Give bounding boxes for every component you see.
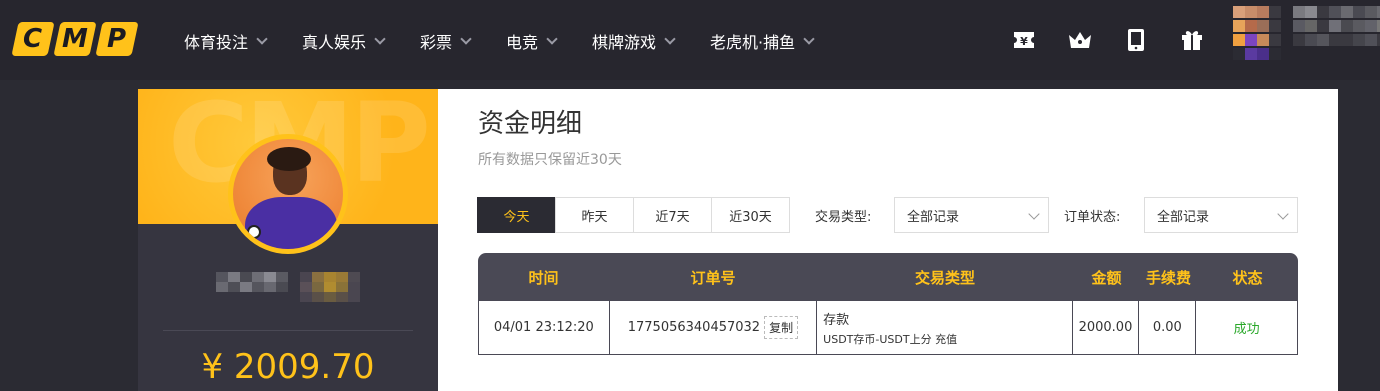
transaction-type-select[interactable]: 全部记录 — [894, 197, 1049, 233]
username-blurred — [216, 272, 360, 302]
header-amount: 金额 — [1091, 268, 1122, 287]
header-order-no: 订单号 — [690, 268, 736, 287]
page-title: 资金明细 — [478, 109, 583, 139]
nav-item-live-casino[interactable]: 真人娱乐 — [302, 29, 420, 53]
cell-transaction-type: 存款 USDT存币-USDT上分 充值 — [817, 301, 1073, 354]
transaction-type-detail: USDT存币-USDT上分 充值 — [823, 332, 958, 346]
chevron-down-icon — [374, 32, 386, 45]
order-status-value: 全部记录 — [1157, 209, 1210, 225]
logo-tile: C — [11, 22, 55, 56]
avatar-shirt — [245, 197, 337, 249]
avatar-club-badge — [247, 225, 261, 239]
header-transaction-type: 交易类型 — [914, 268, 975, 287]
logo-tile: M — [53, 22, 97, 56]
transaction-type-main: 存款 — [823, 312, 850, 328]
sidebar-divider — [163, 330, 413, 331]
nav-item-card-games[interactable]: 棋牌游戏 — [592, 29, 710, 53]
nav-item-label: 真人娱乐 — [302, 33, 367, 52]
user-avatar-blurred[interactable] — [1233, 6, 1380, 64]
tab-today[interactable]: 今天 — [477, 197, 556, 233]
top-navbar: C M P 体育投注 真人娱乐 彩票 电竞 棋牌游戏 老虎机·捕鱼 ¥ — [0, 0, 1380, 80]
chevron-down-icon — [803, 32, 815, 45]
tab-last-7-days[interactable]: 近7天 — [633, 197, 712, 233]
account-sidebar: CMP ¥ 2009.70 — [138, 89, 438, 391]
status-badge: 成功 — [1233, 322, 1260, 337]
account-balance: ¥ 2009.70 — [201, 347, 375, 387]
transaction-type-value: 全部记录 — [907, 209, 960, 225]
copy-button[interactable]: 复制 — [764, 316, 799, 339]
logo-tile: P — [95, 22, 139, 56]
transactions-table: 时间 订单号 交易类型 金额 手续费 状态 04/01 23:12:20 177… — [478, 253, 1298, 355]
cell-amount: 2000.00 — [1073, 301, 1140, 354]
cmp-logo[interactable]: C M P — [11, 22, 139, 56]
header-fee: 手续费 — [1145, 268, 1191, 287]
table-row: 04/01 23:12:20 1775056340457032 复制 存款 US… — [478, 301, 1298, 355]
cell-fee: 0.00 — [1139, 301, 1197, 354]
main-nav: 体育投注 真人娱乐 彩票 电竞 棋牌游戏 老虎机·捕鱼 — [184, 29, 840, 53]
nav-icon-group: ¥ — [1010, 26, 1206, 54]
nav-item-label: 彩票 — [420, 33, 453, 52]
table-header: 时间 订单号 交易类型 金额 手续费 状态 — [478, 253, 1298, 301]
tab-last-30-days[interactable]: 近30天 — [711, 197, 790, 233]
fund-details-panel: 资金明细 所有数据只保留近30天 今天 昨天 近7天 近30天 交易类型: 全部… — [438, 89, 1338, 391]
yen-icon[interactable]: ¥ — [1010, 26, 1038, 54]
gift-icon[interactable] — [1178, 26, 1206, 54]
chevron-down-icon — [1277, 208, 1289, 220]
crown-icon[interactable] — [1066, 26, 1094, 54]
nav-item-lottery[interactable]: 彩票 — [420, 29, 506, 53]
nav-item-label: 棋牌游戏 — [592, 33, 657, 52]
page-subtitle: 所有数据只保留近30天 — [478, 152, 622, 168]
chevron-down-icon — [664, 32, 676, 45]
tab-yesterday[interactable]: 昨天 — [555, 197, 634, 233]
nav-item-label: 电竞 — [506, 33, 539, 52]
header-time: 时间 — [528, 268, 559, 287]
cell-time: 04/01 23:12:20 — [479, 301, 610, 354]
nav-item-esports[interactable]: 电竞 — [506, 29, 592, 53]
chevron-down-icon — [546, 32, 558, 45]
order-number: 1775056340457032 — [627, 320, 761, 335]
avatar[interactable] — [233, 139, 343, 249]
transaction-type-label: 交易类型: — [815, 210, 872, 225]
nav-item-sports[interactable]: 体育投注 — [184, 29, 302, 53]
svg-text:¥: ¥ — [1020, 35, 1028, 48]
chevron-down-icon — [256, 32, 268, 45]
order-status-select[interactable]: 全部记录 — [1144, 197, 1298, 233]
chevron-down-icon — [1028, 208, 1040, 220]
nav-item-label: 老虎机·捕鱼 — [710, 33, 796, 52]
cell-order-no: 1775056340457032 复制 — [610, 301, 818, 354]
logo-letter: C — [23, 24, 43, 54]
logo-letter: M — [62, 24, 88, 54]
header-status: 状态 — [1232, 268, 1263, 287]
chevron-down-icon — [460, 32, 472, 45]
logo-letter: P — [107, 24, 127, 54]
avatar-hair — [267, 147, 311, 171]
date-range-tabs: 今天 昨天 近7天 近30天 — [477, 197, 790, 233]
nav-item-slots-fishing[interactable]: 老虎机·捕鱼 — [710, 29, 840, 53]
tablet-icon[interactable] — [1122, 26, 1150, 54]
order-status-label: 订单状态: — [1064, 210, 1121, 225]
nav-item-label: 体育投注 — [184, 33, 249, 52]
